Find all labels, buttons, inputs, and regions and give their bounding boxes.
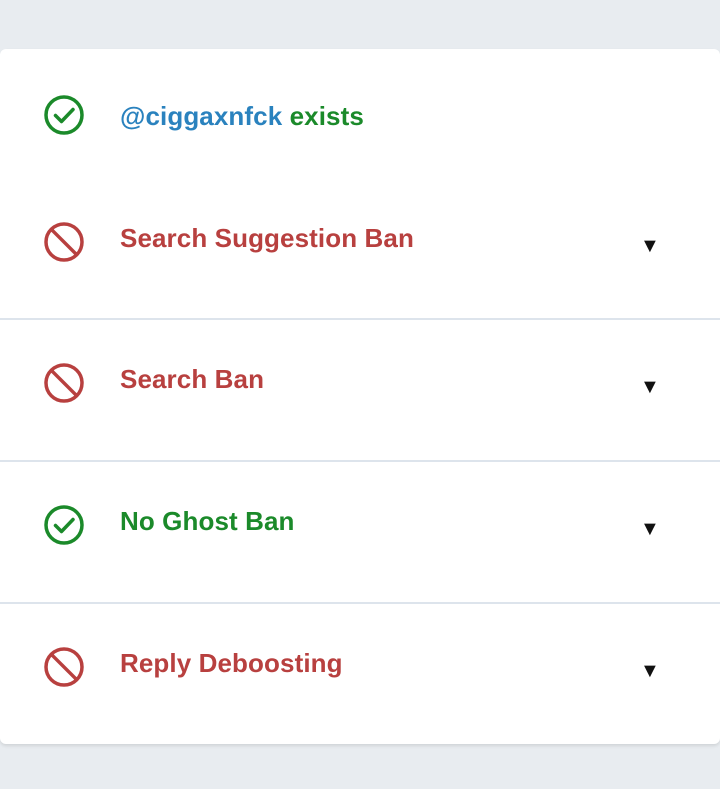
results-card: @ciggaxnfck exists Search Suggestion Ban…: [0, 49, 720, 744]
exists-text: exists: [282, 101, 364, 131]
expand-toggle-icon[interactable]: ▼: [640, 234, 660, 258]
result-row-search-suggestion-ban[interactable]: Search Suggestion Ban ▼: [0, 179, 720, 319]
reply-deboosting-label: Reply Deboosting: [120, 648, 343, 678]
search-ban-label: Search Ban: [120, 364, 265, 394]
expand-toggle-icon[interactable]: ▼: [640, 517, 660, 541]
result-row-reply-deboosting[interactable]: Reply Deboosting ▼: [0, 604, 720, 744]
ban-icon: [43, 362, 85, 404]
expand-toggle-icon[interactable]: ▼: [640, 375, 660, 399]
exists-label: @ciggaxnfck exists: [120, 100, 364, 132]
expand-toggle-icon[interactable]: ▼: [640, 659, 660, 683]
ban-icon: [43, 646, 85, 688]
username-handle[interactable]: @ciggaxnfck: [120, 101, 282, 131]
check-circle-icon: [43, 504, 85, 546]
result-row-ghost-ban[interactable]: No Ghost Ban ▼: [0, 462, 720, 602]
ghost-ban-label: No Ghost Ban: [120, 506, 295, 536]
search-suggestion-ban-label: Search Suggestion Ban: [120, 223, 414, 253]
result-row-search-ban[interactable]: Search Ban ▼: [0, 320, 720, 460]
result-row-exists: @ciggaxnfck exists: [0, 49, 720, 179]
check-circle-icon: [43, 94, 85, 136]
ban-icon: [43, 221, 85, 263]
